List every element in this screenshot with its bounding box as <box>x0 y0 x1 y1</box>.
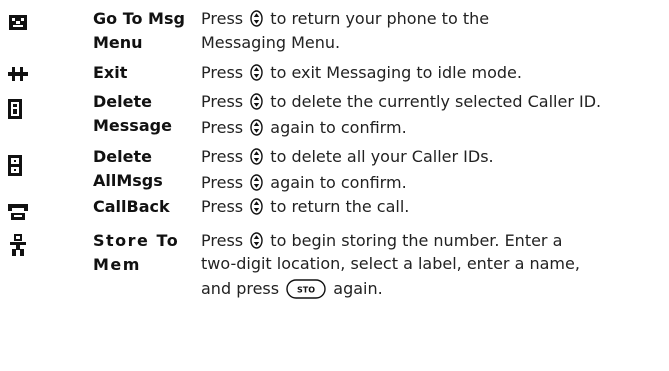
description-text: again. <box>328 279 383 298</box>
nav-key-icon <box>250 198 263 215</box>
option-label: Menu <box>93 33 143 52</box>
option-label: Message <box>93 116 172 135</box>
store-contact-icon <box>8 234 28 258</box>
description-text: Press <box>201 147 249 166</box>
option-label: Exit <box>93 63 128 82</box>
description-text: to exit Messaging to idle mode. <box>265 63 522 82</box>
option-description-line: Press to exit Messaging to idle mode. <box>201 61 522 85</box>
option-label: CallBack <box>93 197 170 216</box>
description-text: Press <box>201 118 249 137</box>
option-label: Store To <box>93 231 180 250</box>
nav-key-icon <box>250 119 263 136</box>
exit-icon <box>8 67 28 91</box>
nav-key-icon <box>250 93 263 110</box>
option-description-line: Press to return your phone to the <box>201 7 489 31</box>
description-text: Messaging Menu. <box>201 33 341 52</box>
option-description-line: Press again to confirm. <box>201 116 407 140</box>
description-text: Press <box>201 197 249 216</box>
description-text: to begin storing the number. Enter a <box>265 231 563 250</box>
description-text: Press <box>201 9 249 28</box>
option-label: Delete <box>93 92 152 111</box>
option-label: Mem <box>93 255 141 274</box>
nav-key-icon <box>250 174 263 191</box>
option-description-line: and press STO again. <box>201 277 383 301</box>
delete-message-icon <box>8 99 28 123</box>
sto-key-label: STO <box>297 286 315 295</box>
phone-icon <box>8 204 28 228</box>
option-description-line: Press to begin storing the number. Enter… <box>201 229 562 253</box>
messaging-menu-icon <box>8 14 28 38</box>
option-description-line: Press to delete all your Caller IDs. <box>201 145 494 169</box>
option-description-line: Press to return the call. <box>201 195 409 219</box>
option-label: Go To Msg <box>93 9 185 28</box>
option-description-line: Press to delete the currently selected C… <box>201 90 601 114</box>
description-text: Press <box>201 92 249 111</box>
description-text: again to confirm. <box>265 173 407 192</box>
description-text: Press <box>201 63 249 82</box>
description-text: again to confirm. <box>265 118 407 137</box>
description-text: to delete the currently selected Caller … <box>265 92 602 111</box>
delete-all-icon <box>8 155 28 179</box>
description-text: two-digit location, select a label, ente… <box>201 254 580 273</box>
description-text: to delete all your Caller IDs. <box>265 147 494 166</box>
description-text: Press <box>201 173 249 192</box>
description-text: to return the call. <box>265 197 410 216</box>
option-label: AllMsgs <box>93 171 163 190</box>
nav-key-icon <box>250 64 263 81</box>
description-text: Press <box>201 231 249 250</box>
nav-key-icon <box>250 10 263 27</box>
nav-key-icon <box>250 232 263 249</box>
option-label: Delete <box>93 147 152 166</box>
description-text: to return your phone to the <box>265 9 490 28</box>
option-description-line: Messaging Menu. <box>201 31 340 55</box>
option-description-line: two-digit location, select a label, ente… <box>201 252 580 276</box>
sto-key-icon: STO <box>286 279 326 299</box>
nav-key-icon <box>250 148 263 165</box>
description-text: and press <box>201 279 285 298</box>
option-description-line: Press again to confirm. <box>201 171 407 195</box>
